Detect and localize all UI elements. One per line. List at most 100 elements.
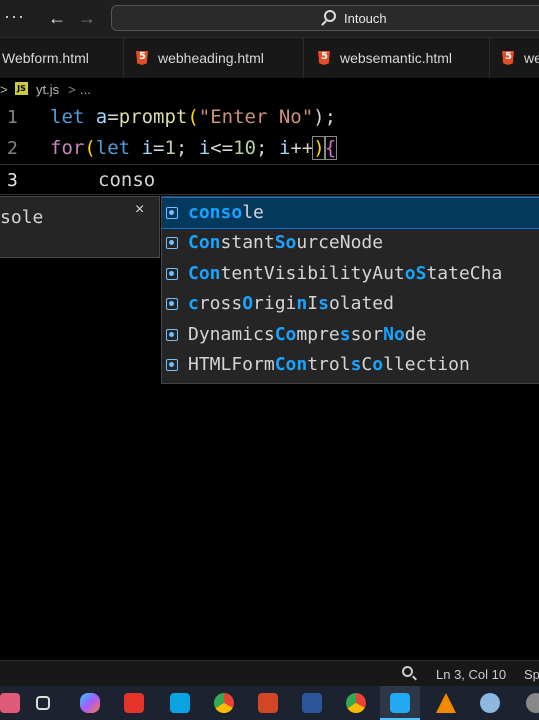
suggestion-text: urceNode: [296, 232, 384, 254]
task-view-icon[interactable]: [36, 696, 50, 710]
code-text: let a=prompt("Enter No");: [50, 106, 336, 128]
chrome-icon[interactable]: [346, 693, 366, 713]
operator: ++: [290, 137, 314, 159]
search-text: Intouch: [344, 11, 387, 26]
suggestion-item[interactable]: HTMLFormControlsCollection: [162, 350, 539, 380]
suggestion-label: crossOriginIsolated: [188, 293, 394, 314]
suggestion-text: HTMLForm: [188, 354, 275, 375]
store-icon[interactable]: [170, 693, 190, 713]
identifier: i: [278, 137, 291, 159]
keyword: for: [50, 137, 85, 159]
suggestion-label: DynamicsCompressorNode: [188, 324, 426, 345]
suggestion-item[interactable]: ConstantSourceNode: [162, 228, 539, 258]
separator: ;: [256, 137, 279, 159]
html5-icon: [502, 51, 514, 65]
keyword: let: [95, 137, 131, 159]
vlc-icon[interactable]: [436, 693, 456, 713]
search-icon: [324, 10, 336, 22]
status-bar: Ln 3, Col 10 Sp: [0, 660, 539, 686]
code-text: for(let i=1; i<=10; i++){: [50, 136, 338, 160]
chrome-icon[interactable]: [214, 693, 234, 713]
editor-tabs: Webform.html webheading.html websemantic…: [0, 38, 539, 78]
match-highlight: Con: [188, 232, 221, 254]
suggestion-text: trol: [307, 354, 351, 375]
suggestion-label: ContentVisibilityAutoStateCha: [188, 263, 502, 284]
close-icon[interactable]: ×: [135, 201, 144, 219]
suggestion-item[interactable]: console: [162, 197, 539, 229]
function-name: prompt: [118, 106, 188, 128]
match-highlight: Co: [274, 323, 297, 345]
suggestion-item[interactable]: ContentVisibilityAutoStateCha: [162, 259, 539, 289]
back-arrow-icon[interactable]: ←: [48, 8, 66, 29]
match-highlight: s: [339, 323, 351, 345]
indentation-status[interactable]: Sp: [524, 667, 539, 682]
command-center-search[interactable]: Intouch: [111, 5, 539, 31]
variable-icon: [166, 267, 178, 280]
vscode-icon[interactable]: [390, 693, 410, 713]
code-line-3[interactable]: 3 conso: [0, 164, 539, 195]
breadcrumb-more[interactable]: ...: [80, 82, 91, 97]
operator: =: [107, 106, 119, 128]
variable-icon: [166, 298, 178, 311]
tab-websemantic[interactable]: websemantic.html: [304, 38, 490, 78]
line-number: 2: [7, 138, 18, 159]
breadcrumb: > JS yt.js > ...: [0, 78, 539, 102]
separator: ;: [175, 137, 199, 159]
tab-partial[interactable]: we: [490, 38, 539, 78]
string-literal: "Enter No": [198, 106, 314, 128]
paint-icon[interactable]: [480, 693, 500, 713]
tab-label: we: [524, 50, 539, 66]
line-number: 3: [7, 170, 18, 191]
paren-close: ): [312, 136, 326, 160]
match-highlight: o: [372, 354, 384, 375]
code-line-1[interactable]: 1 let a=prompt("Enter No");: [0, 102, 539, 133]
match-highlight: o: [404, 262, 416, 284]
match-highlight: S: [415, 262, 427, 284]
brace-open: {: [323, 136, 338, 160]
suggestion-item[interactable]: crossOriginIsolated: [162, 289, 539, 319]
forward-arrow-icon[interactable]: →: [78, 8, 96, 29]
menu-dots-icon[interactable]: ···: [4, 6, 25, 27]
identifier: i: [141, 137, 154, 159]
paren-close: );: [313, 106, 337, 128]
operator: =: [153, 137, 165, 159]
copilot-icon[interactable]: [80, 693, 100, 713]
variable-icon: [166, 207, 178, 219]
suggestion-text: tateCha: [426, 262, 503, 284]
suggestion-text: sor: [350, 323, 384, 345]
match-highlight: n: [296, 293, 308, 315]
breadcrumb-file[interactable]: yt.js: [36, 82, 59, 97]
suggestion-item[interactable]: DynamicsCompressorNode: [162, 320, 539, 350]
match-highlight: So: [274, 232, 297, 254]
match-highlight: O: [242, 293, 254, 315]
suggestion-text: de: [404, 323, 427, 345]
suggestion-label: HTMLFormControlsCollection: [188, 354, 470, 375]
suggestion-text: olated: [328, 293, 394, 315]
tab-label: webheading.html: [158, 50, 264, 66]
identifier: i: [198, 137, 211, 159]
suggestion-label: console: [188, 202, 264, 223]
paren: (: [187, 106, 199, 128]
settings-icon[interactable]: [526, 693, 539, 713]
match-highlight: s: [318, 293, 329, 315]
powerpoint-icon[interactable]: [258, 693, 278, 713]
number: 10: [233, 137, 257, 159]
tab-webform[interactable]: Webform.html: [0, 38, 124, 78]
photos-icon[interactable]: [0, 693, 20, 713]
cursor-position[interactable]: Ln 3, Col 10: [436, 667, 506, 682]
suggestion-text: C: [361, 354, 373, 375]
variable-icon: [166, 237, 178, 250]
suggestion-text: rigi: [253, 293, 297, 315]
suggestion-text: Dynamics: [188, 323, 275, 345]
match-highlight: Con: [188, 262, 221, 284]
line-number: 1: [7, 107, 18, 128]
anydesk-icon[interactable]: [124, 693, 144, 713]
title-bar: ··· ← → Intouch: [0, 0, 539, 38]
zoom-icon[interactable]: [402, 666, 413, 677]
code-line-2[interactable]: 2 for(let i=1; i<=10; i++){: [0, 133, 539, 164]
suggestion-text: le: [242, 202, 264, 223]
tab-webheading[interactable]: webheading.html: [124, 38, 304, 78]
tab-label: websemantic.html: [340, 50, 453, 66]
suggestion-list: console ConstantSourceNode ContentVisibili…: [161, 196, 539, 384]
word-icon[interactable]: [302, 693, 322, 713]
